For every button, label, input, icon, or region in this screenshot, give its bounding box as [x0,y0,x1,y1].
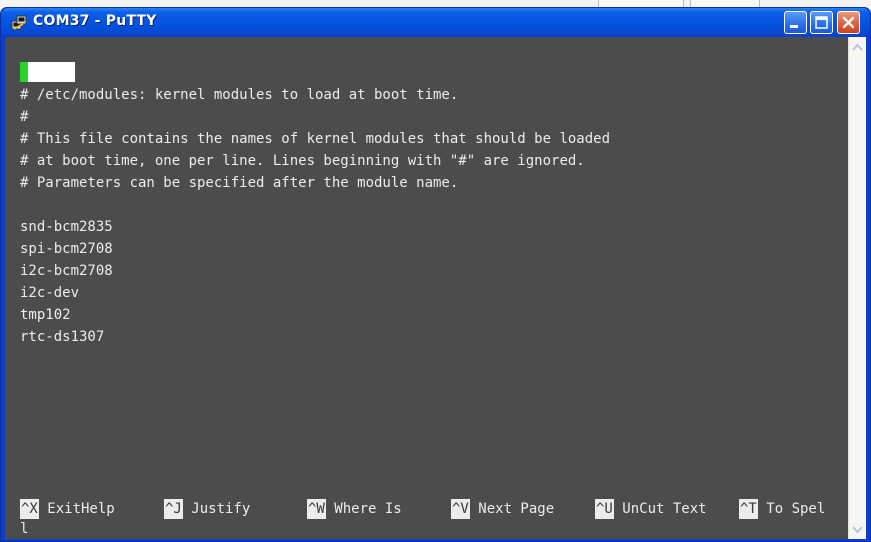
shortcut-where-is: ^W Where Is [307,499,402,519]
shortcut-key: ^J [164,499,183,519]
vertical-scrollbar[interactable] [848,37,866,539]
module-line: tmp102 [20,307,71,323]
shortcut-label: Next Page [469,501,555,517]
shortcut-label: Justify [182,501,251,517]
scroll-down-arrow-icon[interactable] [849,521,866,538]
putty-app-icon[interactable] [11,15,27,31]
file-line: # /etc/modules: kernel modules to load a… [20,87,459,103]
window-title: COM37 - PuTTY [33,13,157,29]
file-line: # at boot time, one per line. Lines begi… [20,153,585,169]
text-cursor [20,62,28,82]
shortcut-uncut-text: ^U UnCut Text [595,499,707,519]
module-line: spi-bcm2708 [20,241,113,257]
module-line: snd-bcm2835 [20,219,113,235]
shortcut-label: UnCut Text [613,501,707,517]
minimize-button[interactable] [784,11,807,34]
module-line: i2c-dev [20,285,80,301]
shortcut-key: ^X [20,499,39,519]
shortcut-key: ^T [739,499,758,519]
shortcut-key: ^V [451,499,470,519]
file-line: # Parameters can be specified after the … [20,175,459,191]
shortcut-key: ^U [595,499,614,519]
shortcut-justify: ^J Justify [164,499,250,519]
scroll-up-arrow-icon[interactable] [849,39,866,56]
shortcut-exit-help: ^X ExitHelp [20,499,115,519]
shortcut-to-spell: ^T To Spel [739,499,825,519]
close-button[interactable] [837,11,860,34]
module-line: i2c-bcm2708 [20,263,113,279]
file-line: # [20,109,29,125]
status-bar-highlight [20,62,75,82]
minimize-icon [790,25,798,28]
shortcut-label: Where Is [325,501,402,517]
shortcut-label: ExitHelp [38,501,115,517]
shortcut-next-page: ^V Next Page [451,499,554,519]
terminal-screen[interactable]: # /etc/modules: kernel modules to load a… [5,37,848,539]
maximize-button[interactable] [810,11,833,34]
maximize-icon [815,16,828,29]
module-line: rtc-ds1307 [20,329,105,345]
file-line: # This file contains the names of kernel… [20,131,611,147]
putty-window: COM37 - PuTTY # /etc/modules: kernel mod… [0,7,871,542]
title-bar[interactable]: COM37 - PuTTY [1,8,870,37]
shortcut-key: ^W [307,499,326,519]
close-icon [842,16,855,29]
shortcut-label: To Spel [757,501,826,517]
terminal-client-area: # /etc/modules: kernel modules to load a… [5,37,866,539]
wrapped-line: l [20,521,29,537]
